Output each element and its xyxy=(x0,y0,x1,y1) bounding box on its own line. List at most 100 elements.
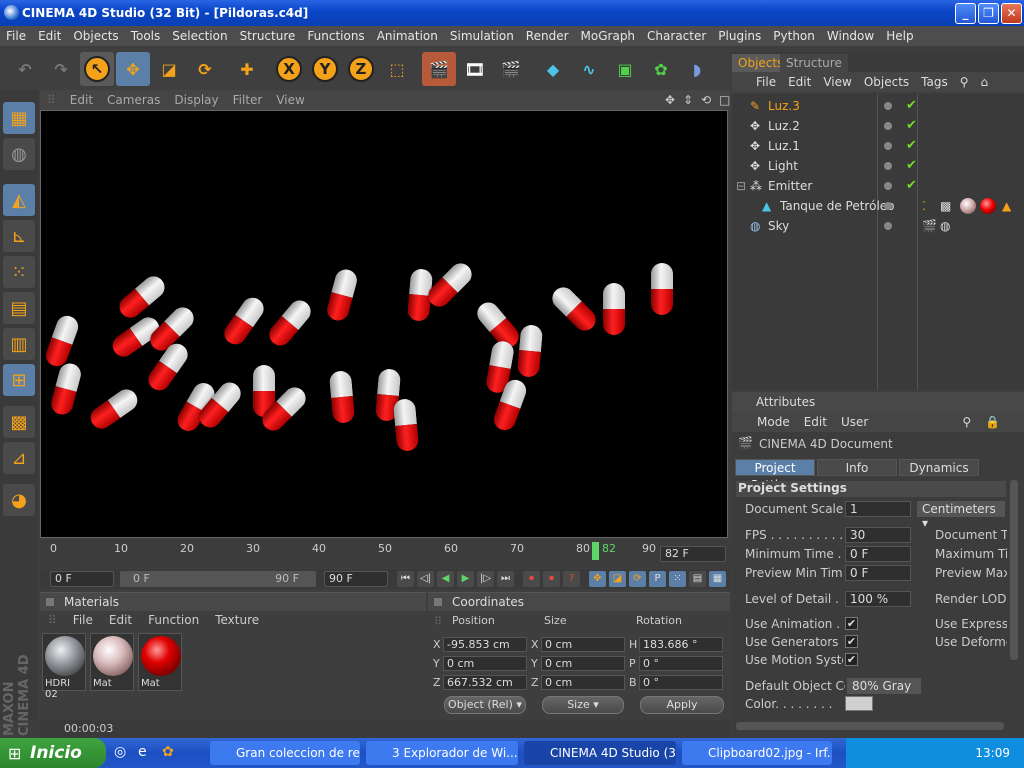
end-frame-field[interactable]: 90 F xyxy=(324,571,388,587)
x-axis-lock-icon[interactable]: X xyxy=(272,52,306,86)
record-rotation-icon[interactable]: ⟳ xyxy=(629,571,646,587)
render-settings-icon[interactable]: 🎬 xyxy=(494,52,528,86)
points-mode-icon[interactable]: ⁙ xyxy=(3,256,35,288)
use-generators-checkbox[interactable]: ✔ xyxy=(845,635,858,648)
viewport-menu-cameras[interactable]: Cameras xyxy=(100,93,167,107)
warning-tag-icon[interactable]: ▲ xyxy=(1002,196,1011,216)
tab-structure[interactable]: Structure xyxy=(780,54,848,72)
menu-objects[interactable]: Objects xyxy=(67,29,124,43)
compositing-tag-icon[interactable]: 🎬 xyxy=(922,216,937,236)
viewport-menu-display[interactable]: Display xyxy=(167,93,225,107)
viewport-menu-edit[interactable]: Edit xyxy=(63,93,100,107)
visibility-dot[interactable] xyxy=(884,102,892,110)
model-mode-icon[interactable]: ◭ xyxy=(3,184,35,216)
attributes-horizontal-scrollbar[interactable] xyxy=(736,722,1004,730)
go-to-end-icon[interactable]: ⏭ xyxy=(497,571,514,587)
restore-button[interactable]: ❐ xyxy=(978,3,999,24)
level-of-detail-field[interactable]: 100 % xyxy=(845,591,911,607)
undo-icon[interactable]: ↶ xyxy=(8,52,42,86)
size-z-field[interactable]: 0 cm xyxy=(541,675,625,690)
units-dropdown[interactable]: Centimeters ▾ xyxy=(917,501,1005,530)
enabled-check-icon[interactable]: ✔ xyxy=(906,176,917,196)
edges-mode-icon[interactable]: ▤ xyxy=(3,292,35,324)
quicklaunch-icon[interactable]: ✿ xyxy=(162,744,174,760)
polygons-mode-icon[interactable]: ▥ xyxy=(3,328,35,360)
use-animation-checkbox[interactable]: ✔ xyxy=(845,617,858,630)
close-button[interactable]: ✕ xyxy=(1001,3,1022,24)
obj-menu-view[interactable]: View xyxy=(817,75,857,89)
keyframe-selection-icon[interactable]: ? xyxy=(563,571,580,587)
play-forward-icon[interactable]: ▶ xyxy=(457,571,474,587)
tab-project-settings[interactable]: Project Settings xyxy=(735,459,815,492)
move-tool-icon[interactable]: ✥ xyxy=(116,52,150,86)
coordinate-mode-dropdown[interactable]: Object (Rel) ▾ xyxy=(444,696,526,714)
scheme-icon[interactable]: ▤ xyxy=(689,571,706,587)
menu-animation[interactable]: Animation xyxy=(371,29,444,43)
render-picture-viewer-icon[interactable]: 🎞 xyxy=(458,52,492,86)
go-to-start-icon[interactable]: ⏮ xyxy=(397,571,414,587)
apply-button[interactable]: Apply xyxy=(640,696,724,714)
menu-edit[interactable]: Edit xyxy=(32,29,67,43)
menu-mograph[interactable]: MoGraph xyxy=(575,29,642,43)
texture-tag-icon[interactable]: ▩ xyxy=(940,196,951,216)
record-point-level-icon[interactable]: ⁙ xyxy=(669,571,686,587)
attr-menu-mode[interactable]: Mode xyxy=(750,415,797,429)
preview-range-slider[interactable]: 0 F 90 F xyxy=(120,571,316,587)
materials-menu-file[interactable]: File xyxy=(65,613,101,627)
workplane-icon[interactable]: ⊿ xyxy=(3,442,35,474)
size-x-field[interactable]: 0 cm xyxy=(541,637,625,652)
position-y-field[interactable]: 0 cm xyxy=(443,656,527,671)
menu-python[interactable]: Python xyxy=(767,29,821,43)
record-scale-icon[interactable]: ◪ xyxy=(609,571,626,587)
enabled-check-icon[interactable]: ✔ xyxy=(906,96,917,116)
menu-tools[interactable]: Tools xyxy=(125,29,167,43)
menu-character[interactable]: Character xyxy=(641,29,712,43)
size-y-field[interactable]: 0 cm xyxy=(541,656,625,671)
obj-menu-edit[interactable]: Edit xyxy=(782,75,817,89)
task-explorer[interactable]: 3 Explorador de Wi... xyxy=(366,741,518,765)
rotation-h-field[interactable]: 183.686 ° xyxy=(639,637,723,652)
rotate-tool-icon[interactable]: ⟳ xyxy=(188,52,222,86)
y-axis-lock-icon[interactable]: Y xyxy=(308,52,342,86)
position-z-field[interactable]: 667.532 cm xyxy=(443,675,527,690)
obj-menu-objects[interactable]: Objects xyxy=(858,75,915,89)
uv-mode-icon[interactable]: ⊞ xyxy=(3,364,35,396)
menu-functions[interactable]: Functions xyxy=(301,29,370,43)
record-position-icon[interactable]: ✥ xyxy=(589,571,606,587)
record-parameter-icon[interactable]: P xyxy=(649,571,666,587)
axis-mode-icon[interactable]: ⊾ xyxy=(3,220,35,252)
texture-mode-icon[interactable]: ▩ xyxy=(3,406,35,438)
menu-render[interactable]: Render xyxy=(520,29,575,43)
next-key-icon[interactable]: |▷ xyxy=(477,571,494,587)
size-mode-dropdown[interactable]: Size ▾ xyxy=(542,696,624,714)
minimize-button[interactable]: _ xyxy=(955,3,976,24)
visibility-dot[interactable] xyxy=(884,222,892,230)
nurbs-icon[interactable]: ▣ xyxy=(608,52,642,86)
coordinate-system-icon[interactable]: ⬚ xyxy=(380,52,414,86)
viewport-menu-filter[interactable]: Filter xyxy=(226,93,270,107)
record-keys-icon[interactable]: ⏺ xyxy=(523,571,540,587)
material-swatch-red[interactable]: Mat xyxy=(138,633,182,691)
start-frame-field[interactable]: 0 F xyxy=(50,571,114,587)
enabled-check-icon[interactable]: ✔ xyxy=(906,156,917,176)
visibility-dot[interactable] xyxy=(884,182,892,190)
menu-selection[interactable]: Selection xyxy=(166,29,233,43)
play-backward-icon[interactable]: ◀ xyxy=(437,571,454,587)
task-cinema4d[interactable]: CINEMA 4D Studio (3... xyxy=(524,741,676,765)
cube-primitive-icon[interactable]: ◆ xyxy=(536,52,570,86)
position-x-field[interactable]: -95.853 cm xyxy=(443,637,527,652)
tab-info[interactable]: Info xyxy=(817,459,897,476)
object-row-emitter[interactable]: ⊟ ⁂ Emitter ✔ xyxy=(732,176,1022,196)
menu-window[interactable]: Window xyxy=(821,29,880,43)
visibility-dot[interactable] xyxy=(884,142,892,150)
default-object-color-dropdown[interactable]: 80% Gray ▾ xyxy=(847,678,921,707)
layout-icon[interactable]: ▦ xyxy=(3,102,35,134)
use-motion-system-checkbox[interactable]: ✔ xyxy=(845,653,858,666)
search-icon[interactable]: ⚲ xyxy=(955,415,978,429)
materials-menu-function[interactable]: Function xyxy=(140,613,207,627)
preview-min-time-field[interactable]: 0 F xyxy=(845,565,911,581)
tab-dynamics[interactable]: Dynamics xyxy=(899,459,979,476)
z-axis-lock-icon[interactable]: Z xyxy=(344,52,378,86)
sphere-mode-icon[interactable]: ◍ xyxy=(3,138,35,170)
array-icon[interactable]: ✿ xyxy=(644,52,678,86)
